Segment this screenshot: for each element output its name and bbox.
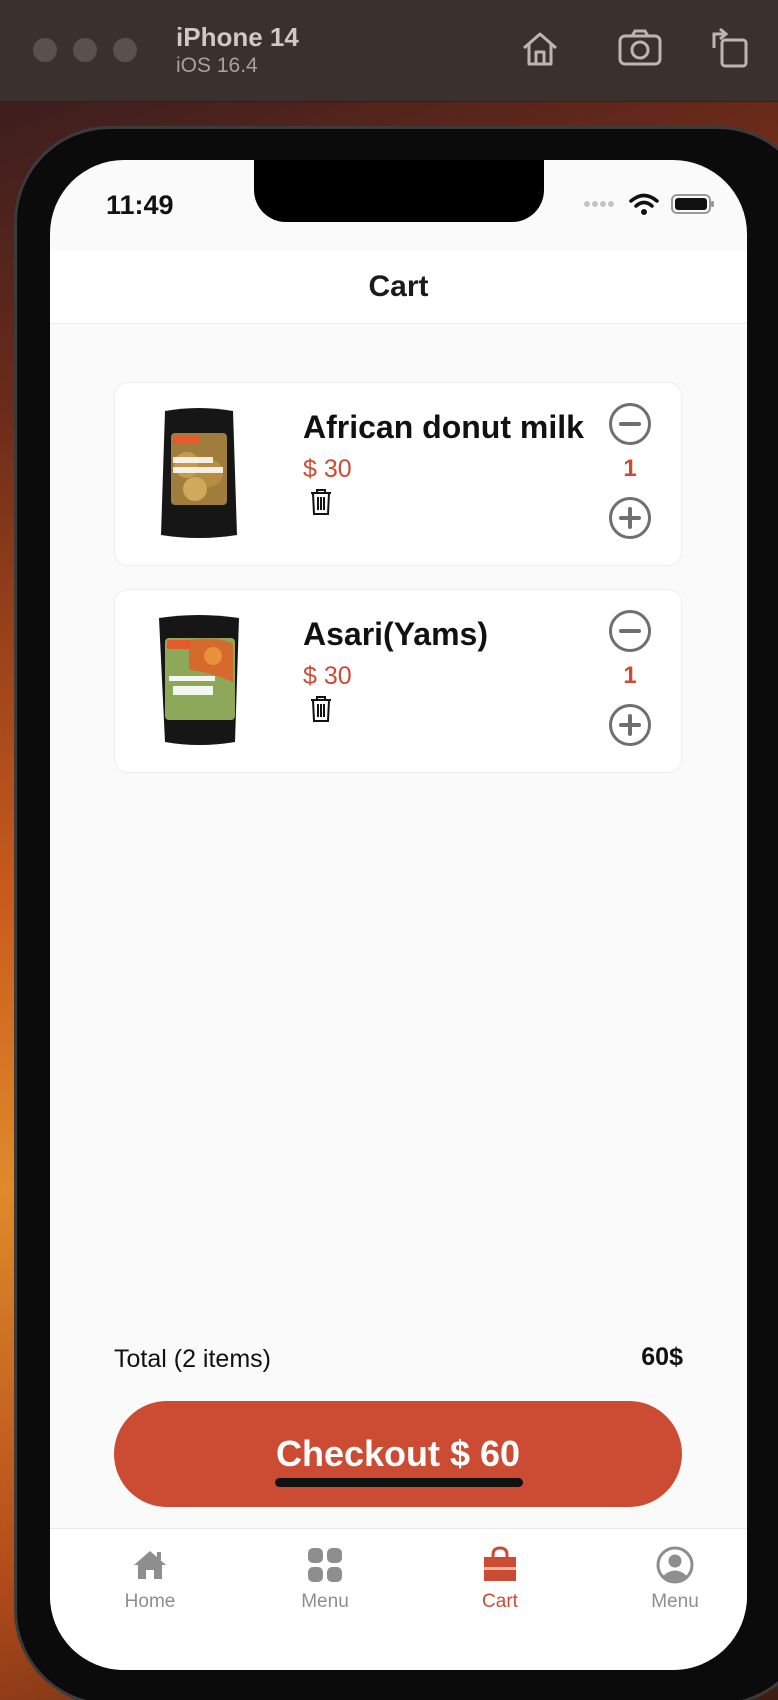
cart-content: African donut milk $ 30 1 Asari(Yams) $ …	[50, 325, 747, 1670]
decrease-quantity-button[interactable]	[609, 610, 651, 652]
tab-bar: Home Menu Cart Menu	[50, 1528, 747, 1670]
minus-icon	[619, 629, 641, 633]
status-icons	[583, 192, 715, 216]
zoom-window-button[interactable]	[113, 38, 137, 62]
cellular-icon	[584, 201, 614, 207]
home-icon[interactable]	[516, 24, 564, 72]
product-price: $ 30	[303, 455, 352, 483]
cart-item: Asari(Yams) $ 30 1	[114, 589, 682, 773]
tab-home[interactable]: Home	[80, 1545, 220, 1613]
cart-item: African donut milk $ 30 1	[114, 382, 682, 566]
product-price: $ 30	[303, 662, 352, 690]
plus-icon	[619, 507, 641, 529]
trash-icon[interactable]	[309, 488, 333, 516]
home-icon	[134, 1551, 166, 1579]
simulator-os-version: iOS 16.4	[176, 54, 258, 77]
trash-icon[interactable]	[309, 695, 333, 723]
tab-label: Cart	[482, 1591, 518, 1612]
home-indicator	[275, 1478, 523, 1487]
page-title: Cart	[368, 269, 429, 303]
product-name: African donut milk	[303, 409, 584, 445]
minimize-window-button[interactable]	[73, 38, 97, 62]
wifi-icon	[629, 193, 659, 215]
profile-icon	[656, 1546, 694, 1584]
tab-profile[interactable]: Menu	[605, 1545, 745, 1613]
quantity-value: 1	[623, 455, 637, 482]
minus-icon	[619, 422, 641, 426]
tab-menu[interactable]: Menu	[255, 1545, 395, 1613]
app-screen: 11:49 Cart African donut milk $ 30 1 Asa…	[50, 160, 747, 1670]
tab-label: Home	[124, 1591, 176, 1612]
total-label: Total (2 items)	[114, 1345, 271, 1373]
grid-icon	[308, 1548, 342, 1582]
status-time: 11:49	[106, 190, 174, 220]
increase-quantity-button[interactable]	[609, 497, 651, 539]
rotate-icon[interactable]	[706, 24, 754, 72]
close-window-button[interactable]	[33, 38, 57, 62]
shopping-bag-icon	[484, 1546, 516, 1581]
simulator-device-name: iPhone 14	[176, 22, 299, 52]
quantity-value: 1	[623, 662, 637, 689]
checkout-button[interactable]: Checkout $ 60	[114, 1401, 682, 1507]
tab-label: Menu	[301, 1591, 349, 1612]
tab-cart[interactable]: Cart	[430, 1545, 570, 1613]
battery-icon	[671, 194, 714, 214]
tab-label: Menu	[651, 1591, 699, 1612]
increase-quantity-button[interactable]	[609, 704, 651, 746]
decrease-quantity-button[interactable]	[609, 403, 651, 445]
simulator-title-bar: iPhone 14 iOS 16.4	[0, 0, 778, 102]
screenshot-icon[interactable]	[616, 24, 664, 72]
product-image	[161, 408, 237, 538]
product-image	[159, 615, 239, 745]
nav-header: Cart	[50, 250, 747, 324]
total-value: 60$	[641, 1343, 683, 1371]
notch	[254, 160, 544, 222]
plus-icon	[619, 714, 641, 736]
product-name: Asari(Yams)	[303, 616, 488, 652]
